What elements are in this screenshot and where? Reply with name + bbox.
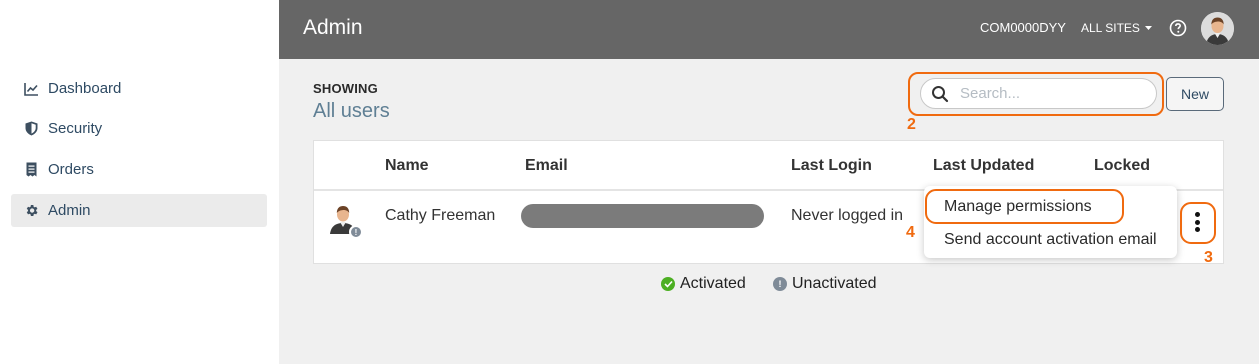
callout-number: 2 <box>907 116 916 133</box>
sidebar-item-admin[interactable]: Admin <box>11 194 267 227</box>
column-header-locked[interactable]: Locked <box>1094 157 1150 175</box>
legend-activated: Activated <box>661 275 746 293</box>
account-id[interactable]: COM0000DYY <box>980 20 1066 35</box>
sidebar-item-dashboard[interactable]: Dashboard <box>11 72 267 105</box>
search-input[interactable] <box>960 85 1140 102</box>
site-selector[interactable]: ALL SITES <box>1081 21 1152 35</box>
legend-label: Activated <box>680 275 746 292</box>
new-button[interactable]: New <box>1166 77 1224 111</box>
check-circle-icon <box>661 277 675 291</box>
site-selector-label: ALL SITES <box>1081 21 1140 35</box>
callout-number: 3 <box>1204 249 1213 266</box>
email-redacted <box>521 204 764 228</box>
filter-title[interactable]: All users <box>313 100 390 123</box>
menu-item-send-activation-email[interactable]: Send account activation email <box>944 231 1157 249</box>
column-header-last-updated[interactable]: Last Updated <box>933 157 1034 175</box>
last-login: Never logged in <box>791 207 904 224</box>
page-title: Admin <box>303 16 363 39</box>
callout-highlight-manage-permissions <box>925 189 1124 224</box>
sidebar-item-security[interactable]: Security <box>11 112 267 145</box>
legend-unactivated: ! Unactivated <box>773 275 877 293</box>
sidebar-item-label: Dashboard <box>48 80 122 97</box>
callout-number: 4 <box>906 224 915 241</box>
legend-label: Unactivated <box>792 275 877 292</box>
receipt-icon <box>23 162 39 178</box>
gear-icon <box>23 203 39 219</box>
sidebar-item-label: Orders <box>48 161 94 178</box>
chart-line-icon <box>23 81 39 97</box>
showing-label: SHOWING <box>313 81 378 96</box>
user-avatar[interactable] <box>1201 12 1234 45</box>
column-header-name[interactable]: Name <box>385 157 429 175</box>
logo-area <box>0 0 279 59</box>
help-icon[interactable] <box>1169 19 1187 37</box>
caret-down-icon <box>1144 26 1152 30</box>
search-field[interactable] <box>920 78 1157 109</box>
column-header-email[interactable]: Email <box>525 157 568 175</box>
sidebar-item-label: Security <box>48 120 103 137</box>
sidebar: Dashboard Security Orders Admin <box>0 59 279 364</box>
search-icon <box>931 85 949 103</box>
sidebar-item-label: Admin <box>48 202 91 219</box>
top-header: Admin COM0000DYY ALL SITES <box>279 0 1259 59</box>
unactivated-status-icon: ! <box>349 225 363 239</box>
column-header-last-login[interactable]: Last Login <box>791 157 872 175</box>
sidebar-item-orders[interactable]: Orders <box>11 153 267 186</box>
more-options-icon[interactable] <box>1190 210 1204 234</box>
shield-icon <box>23 121 39 137</box>
exclamation-circle-icon: ! <box>773 277 787 291</box>
user-name: Cathy Freeman <box>385 207 496 224</box>
